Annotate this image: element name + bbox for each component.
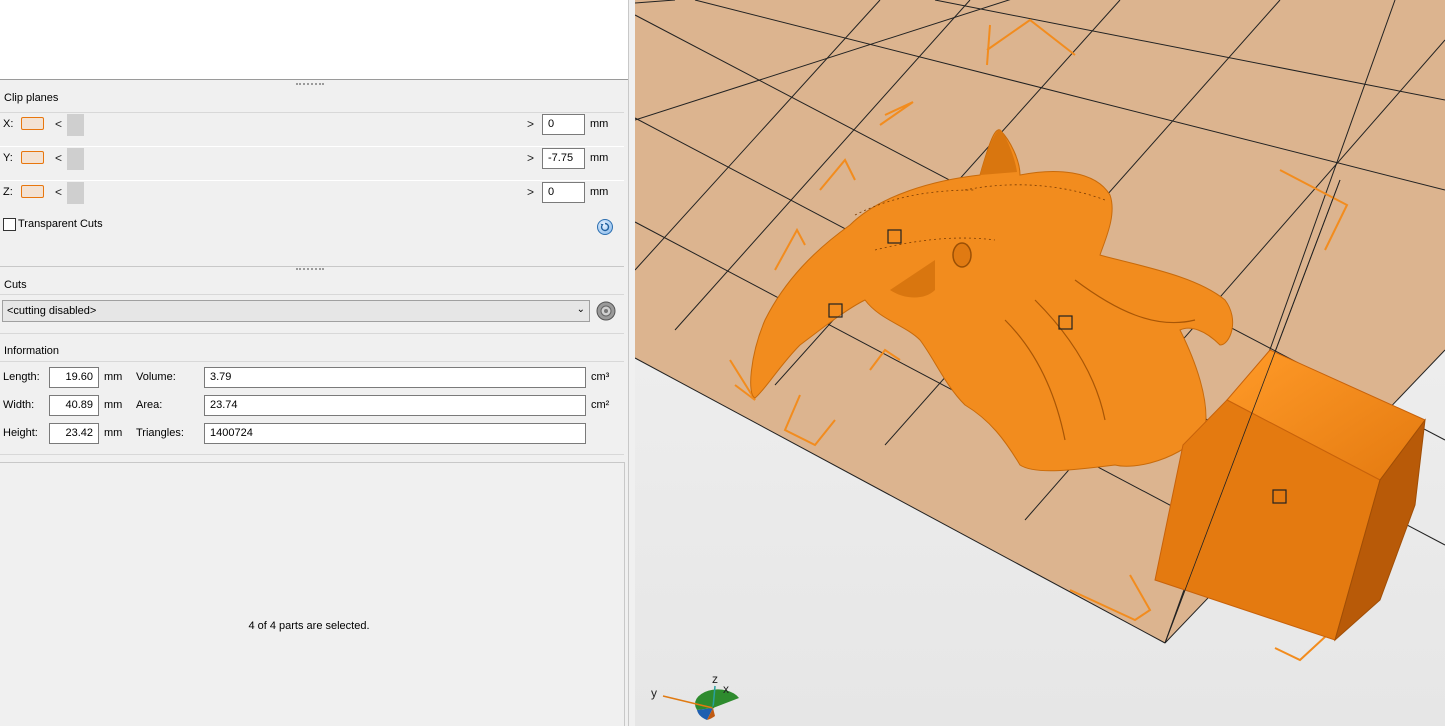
length-label: Length: bbox=[3, 371, 40, 383]
chevron-down-icon: ⌄ bbox=[576, 304, 585, 315]
clip-y-unit: mm bbox=[590, 152, 609, 164]
clip-x-label: X: bbox=[3, 118, 14, 130]
divider bbox=[0, 294, 624, 295]
divider bbox=[0, 333, 624, 334]
3d-viewport[interactable]: y z x bbox=[635, 0, 1445, 726]
divider bbox=[0, 454, 624, 455]
divider bbox=[0, 180, 624, 181]
area-label: Area: bbox=[136, 399, 163, 411]
divider bbox=[0, 361, 624, 362]
width-unit: mm bbox=[104, 399, 123, 411]
clip-z-label: Z: bbox=[3, 186, 13, 198]
cuts-dropdown[interactable]: <cutting disabled> ⌄ bbox=[2, 300, 590, 322]
slider-thumb[interactable] bbox=[67, 148, 84, 170]
clip-planes-title: Clip planes bbox=[4, 92, 59, 104]
transparent-cuts-checkbox[interactable] bbox=[3, 218, 16, 231]
axis-y-label: y bbox=[651, 686, 657, 700]
clip-y-label: Y: bbox=[3, 152, 13, 164]
area-field: 23.74 bbox=[204, 395, 586, 416]
volume-label: Volume: bbox=[136, 371, 176, 383]
cuts-title: Cuts bbox=[4, 279, 27, 291]
viewport-canvas[interactable]: y z x bbox=[635, 0, 1445, 726]
divider bbox=[0, 462, 624, 463]
selection-status: 4 of 4 parts are selected. bbox=[248, 620, 370, 632]
area-unit: cm² bbox=[591, 399, 610, 411]
clip-y-toggle[interactable] bbox=[21, 151, 44, 164]
clip-z-left-arrow[interactable]: < bbox=[55, 186, 62, 198]
width-label: Width: bbox=[3, 399, 35, 411]
clip-x-right-arrow[interactable]: > bbox=[527, 118, 534, 130]
volume-field: 3.79 bbox=[204, 367, 586, 388]
length-field: 19.60 bbox=[49, 367, 99, 388]
clip-z-input[interactable]: 0 bbox=[542, 182, 585, 203]
transparent-cuts-label: Transparent Cuts bbox=[18, 218, 103, 230]
splitter-grip[interactable] bbox=[296, 83, 324, 87]
height-field: 23.42 bbox=[49, 423, 99, 444]
height-unit: mm bbox=[104, 427, 123, 439]
axis-x-label: x bbox=[723, 682, 729, 696]
left-panel: Clip planes X: < > 0 mm Y: < > -7.75 mm … bbox=[0, 0, 630, 726]
clip-y-right-arrow[interactable]: > bbox=[527, 152, 534, 164]
slider-thumb[interactable] bbox=[67, 114, 84, 136]
information-title: Information bbox=[4, 345, 60, 357]
width-field: 40.89 bbox=[49, 395, 99, 416]
axis-z-label: z bbox=[712, 672, 718, 686]
slider-thumb[interactable] bbox=[67, 182, 84, 204]
divider bbox=[0, 266, 624, 267]
clip-x-unit: mm bbox=[590, 118, 609, 130]
length-unit: mm bbox=[104, 371, 123, 383]
clip-y-slider[interactable] bbox=[67, 148, 527, 170]
reset-icon[interactable] bbox=[597, 219, 613, 235]
clip-z-slider[interactable] bbox=[67, 182, 527, 204]
triangles-field: 1400724 bbox=[204, 423, 586, 444]
clip-y-input[interactable]: -7.75 bbox=[542, 148, 585, 169]
clip-z-toggle[interactable] bbox=[21, 185, 44, 198]
divider bbox=[0, 112, 624, 113]
parts-list-area[interactable] bbox=[0, 0, 629, 80]
clip-y-left-arrow[interactable]: < bbox=[55, 152, 62, 164]
divider bbox=[624, 462, 625, 726]
clip-x-input[interactable]: 0 bbox=[542, 114, 585, 135]
clip-x-left-arrow[interactable]: < bbox=[55, 118, 62, 130]
clip-z-right-arrow[interactable]: > bbox=[527, 186, 534, 198]
volume-unit: cm³ bbox=[591, 371, 610, 383]
clip-x-slider[interactable] bbox=[67, 114, 527, 136]
divider bbox=[0, 146, 624, 147]
cut-tool-icon[interactable] bbox=[594, 300, 618, 322]
triangles-label: Triangles: bbox=[136, 427, 184, 439]
splitter-grip[interactable] bbox=[296, 268, 324, 272]
panel-splitter[interactable] bbox=[628, 0, 635, 726]
cuts-dropdown-value: <cutting disabled> bbox=[7, 305, 97, 317]
height-label: Height: bbox=[3, 427, 38, 439]
clip-z-unit: mm bbox=[590, 186, 609, 198]
clip-x-toggle[interactable] bbox=[21, 117, 44, 130]
